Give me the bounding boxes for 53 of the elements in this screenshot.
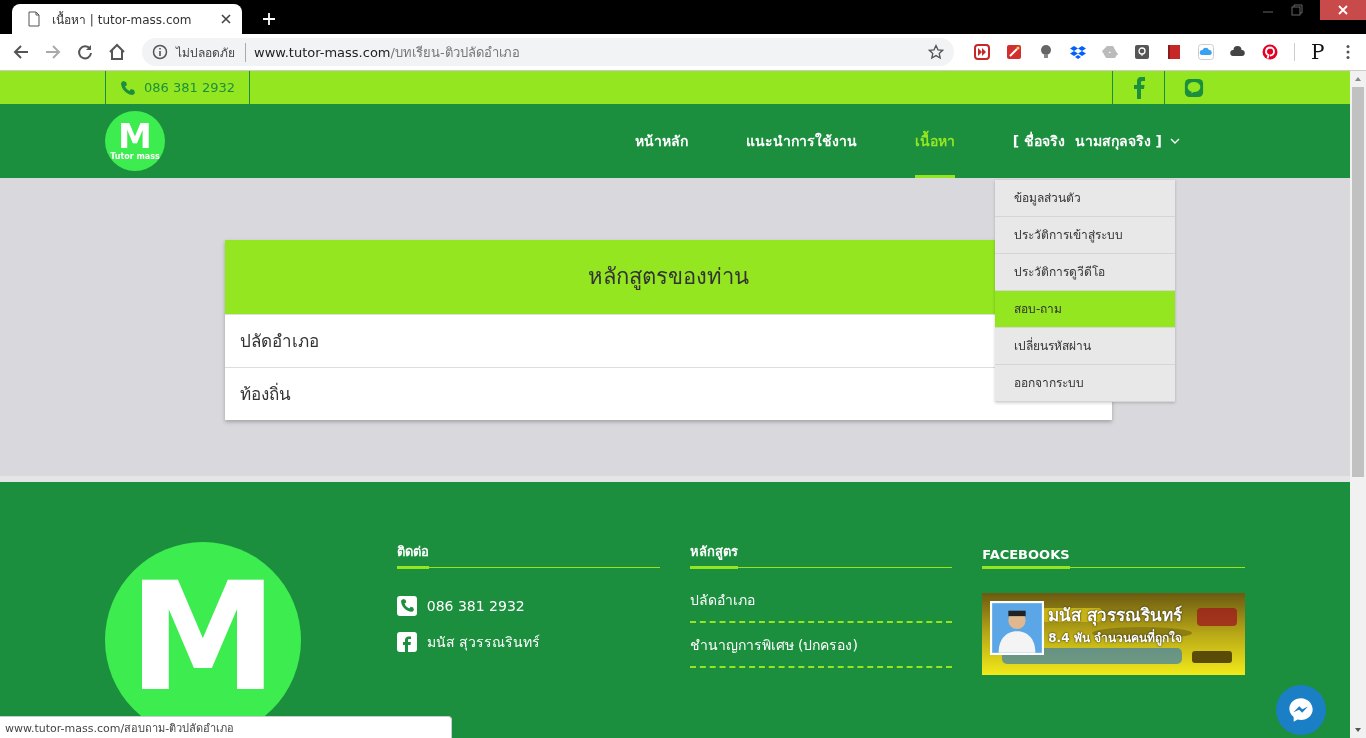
phone-icon (120, 79, 136, 96)
home-icon[interactable] (108, 43, 126, 61)
nav-link[interactable]: หน้าหลัก (634, 104, 688, 178)
url-text: www.tutor-mass.com/บทเรียน-ติวปลัดอำเภอ (254, 43, 520, 62)
fast-forward-icon[interactable] (974, 44, 990, 60)
new-tab-icon[interactable] (262, 12, 276, 26)
security-label: ไม่ปลอดภัย (176, 42, 246, 62)
lightbulb-icon[interactable] (1038, 44, 1054, 60)
dropbox-icon[interactable] (1070, 44, 1086, 60)
course-link[interactable]: ท้องถิ่น (239, 380, 291, 407)
caret-icon (1170, 137, 1180, 144)
close-icon[interactable] (220, 13, 232, 25)
status-url: www.tutor-mass.com/สอบถาม-ติวปลัดอำเภอ (5, 720, 235, 737)
course-link[interactable]: ปลัดอำเภอ (239, 327, 319, 354)
bulb-note-icon[interactable] (1134, 44, 1150, 60)
column-heading: หลักสูตร (689, 541, 738, 569)
info-icon (152, 44, 168, 60)
menu-item[interactable]: ประวัติการเข้าสู่ระบบ (995, 216, 1175, 254)
scrollbar[interactable] (1350, 71, 1366, 738)
card-title: หลักสูตรของท่าน (587, 263, 749, 292)
nav-link[interactable]: แนะนำการใช้งาน (745, 104, 857, 178)
magic-wand-icon[interactable] (1006, 44, 1022, 60)
tab-title: เนื้อหา | tutor-mass.com (52, 10, 193, 29)
window-close-button[interactable] (1320, 0, 1366, 20)
column-heading: ติดต่อ (396, 541, 429, 569)
menu-item[interactable]: เปลี่ยนรหัสผ่าน (995, 327, 1175, 365)
menu-icon[interactable] (1346, 44, 1351, 60)
contact-text: 086 381 2932 (426, 598, 525, 614)
facebook-icon (396, 632, 417, 652)
chat-bubble-icon (1184, 76, 1204, 99)
phone-number: 086 381 2932 (144, 80, 235, 95)
close-icon (1337, 4, 1349, 16)
menu-item[interactable]: ออกจากระบบ (995, 364, 1175, 402)
menu-item[interactable]: ประวัติการดูวีดีโอ (995, 253, 1175, 291)
star-icon[interactable] (928, 44, 944, 60)
course-link[interactable]: ชำนาญการพิเศษ (ปกครอง) (689, 633, 858, 656)
menu-item[interactable]: ข้อมูลส่วนตัว (995, 179, 1175, 217)
scroll-thumb[interactable] (1352, 87, 1364, 477)
chat-bubble-icon (1287, 696, 1315, 724)
contact-text[interactable]: มนัส สุวรรณรินทร์ (426, 631, 541, 653)
extension-letter[interactable]: P (1311, 40, 1325, 64)
pin-icon[interactable] (1262, 44, 1278, 60)
menu-item[interactable]: สอบ-ถาม (995, 290, 1175, 328)
phone-icon (396, 596, 417, 616)
course-link[interactable]: ปลัดอำเภอ (689, 588, 755, 611)
book-icon[interactable] (1166, 44, 1182, 60)
address-bar[interactable]: ไม่ปลอดภัย www.tutor-mass.com/บทเรียน-ติวปลัดอำเภอ (142, 38, 954, 66)
user-menu[interactable]: [ ชื่อจริง นามสกุลจริง ] (1012, 104, 1180, 178)
back-icon[interactable] (12, 43, 30, 61)
browser-tab[interactable]: เนื้อหา | tutor-mass.com (12, 4, 242, 34)
column-heading: FACEBOOKS (982, 547, 1070, 569)
reload-icon[interactable] (76, 43, 94, 61)
page-icon (26, 11, 42, 27)
